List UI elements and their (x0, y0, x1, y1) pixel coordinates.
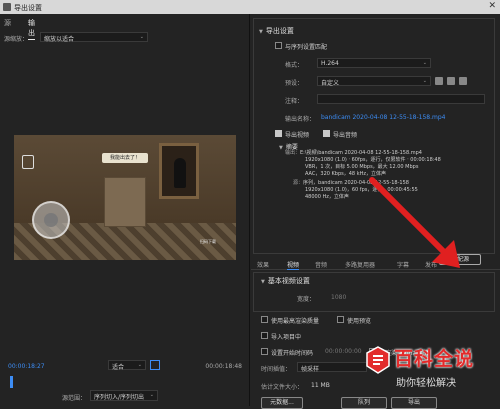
width-value[interactable]: 1080 (331, 294, 346, 301)
start-timecode-value[interactable]: 00:00:00:00 (325, 348, 362, 355)
summary-text: 输出：E:\视频\bandicam 2020-04-08 12-55-18-15… (285, 150, 485, 201)
export-audio-checkbox[interactable] (323, 130, 330, 137)
summary-output-line: E:\视频\bandicam 2020-04-08 12-55-18-158.m… (300, 150, 422, 156)
chevron-down-icon: ⌄ (422, 60, 427, 66)
delete-preset-icon[interactable] (459, 77, 467, 85)
tab-source[interactable]: 源 (4, 18, 11, 28)
app-icon (3, 3, 11, 11)
chevron-down-icon: ⌄ (422, 78, 427, 84)
summary-source-line: 48000 Hz，立体声 (305, 194, 349, 200)
tab-output[interactable]: 输出 (28, 18, 35, 40)
source-scale-select[interactable]: 缩放以适合 ⌄ (40, 32, 148, 43)
time-interp-label: 时间插值： (261, 366, 292, 373)
output-name-link[interactable]: bandicam 2020-04-08 12-55-18-158.mp4 (321, 114, 446, 121)
export-settings-title: 导出设置 (265, 27, 294, 35)
basic-video-heading[interactable]: ▼ 基本视频设置 (261, 276, 310, 286)
playhead-handle[interactable] (10, 376, 16, 388)
summary-source-label: 源： (293, 180, 304, 186)
source-range-label: 源范围： (62, 395, 87, 402)
format-label: 格式： (285, 62, 304, 69)
watermark-small-text: 助你轻松解决 (396, 378, 456, 389)
joystick (32, 201, 70, 239)
format-value: H.264 (321, 60, 339, 67)
watermark-big-text: 百科全说 (394, 348, 475, 370)
time-interp-value: 帧采样 (301, 366, 320, 373)
save-preset-icon[interactable] (435, 77, 443, 85)
shelf (104, 177, 146, 227)
source-range-value: 序列切入/序列切出 (94, 394, 145, 401)
summary-output-label: 输出： (285, 150, 301, 156)
comment-input[interactable] (317, 94, 485, 104)
import-project-label: 导入项目中 (271, 334, 302, 341)
match-sequence-checkbox[interactable] (275, 42, 282, 49)
source-scale-value: 缩放以适合 (44, 36, 75, 43)
game-hint: 扫码下载 (200, 239, 216, 244)
tab-audio[interactable]: 音频 (315, 260, 327, 269)
summary-source-line: 序列，bandicam 2020-04-08 12-55-18-158 (303, 180, 409, 186)
import-preset-icon[interactable] (447, 77, 455, 85)
use-preview-checkbox[interactable] (337, 316, 344, 323)
export-video-checkbox[interactable] (275, 130, 282, 137)
timecode-in[interactable]: 00:00:18:27 (8, 363, 45, 370)
chevron-down-icon: ⌄ (149, 392, 154, 398)
source-range-select[interactable]: 序列切入/序列切出 ⌄ (90, 390, 158, 401)
source-scale-label: 源缩放： (4, 36, 29, 43)
preset-select[interactable]: 自定义 ⌄ (317, 76, 431, 87)
video-preview: 我能出去了！ 扫码下载 (14, 135, 236, 260)
portrait-figure (174, 158, 186, 188)
use-preview-label: 使用预览 (347, 318, 372, 325)
width-label: 宽度： (297, 296, 316, 303)
start-timecode-label: 设置开始时间码 (271, 350, 314, 357)
tab-multiplexer[interactable]: 多路复用器 (345, 260, 375, 269)
basic-video-title: 基本视频设置 (267, 277, 310, 285)
chevron-down-icon: ⌄ (139, 34, 144, 40)
start-timecode-checkbox[interactable] (261, 348, 268, 355)
fit-value: 适合 (112, 364, 125, 371)
timecode-out[interactable]: 00:00:18:48 (205, 363, 242, 370)
est-size-value: 11 MB (311, 382, 330, 389)
fit-select[interactable]: 适合 ⌄ (108, 360, 146, 371)
summary-source-line: 1920x1080 (1.0)，60 fps，逐行，00:00:45:55 (305, 187, 418, 193)
preset-value: 自定义 (321, 80, 340, 87)
phone-icon (22, 155, 34, 169)
chevron-down-icon: ▼ (259, 29, 263, 35)
chevron-down-icon: ⌄ (137, 362, 142, 368)
watermark: 百科全说 助你轻松解决 (366, 344, 500, 404)
watermark-logo-icon (366, 346, 390, 374)
export-settings-heading[interactable]: ▼ 导出设置 (259, 26, 294, 36)
summary-output-line: VBR，1 次，目标 5.00 Mbps，最大 12.00 Mbps (305, 164, 419, 170)
portrait-frame (159, 143, 199, 199)
summary-output-line: AAC，320 Kbps，48 kHz，立体声 (305, 171, 386, 177)
tab-publish[interactable]: 发布 (425, 260, 437, 269)
match-source-button[interactable]: 匹配源 (439, 254, 481, 265)
max-render-label: 使用最高渲染质量 (271, 318, 320, 325)
joystick-knob (44, 213, 58, 227)
match-sequence-label: 与序列设置匹配 (285, 44, 328, 51)
preset-label: 预设： (285, 80, 304, 87)
metadata-button[interactable]: 元数据... (261, 397, 303, 409)
tab-captions[interactable]: 字幕 (397, 260, 409, 269)
chevron-down-icon: ▼ (279, 145, 283, 151)
summary-output-line: 1920x1080 (1.0) ‧ 60fps，逐行，仅限软件 ‧ 00:00:… (305, 157, 441, 163)
output-name-label: 输出名称： (285, 116, 316, 123)
tab-video[interactable]: 视频 (287, 260, 300, 270)
timeline-bar: 00:00:18:27 适合 ⌄ 00:00:18:48 (0, 358, 250, 378)
time-interp-select[interactable]: 帧采样 (297, 362, 367, 373)
window-title: 导出设置 (14, 4, 42, 12)
export-video-label: 导出视频 (285, 132, 310, 139)
comment-label: 注释： (285, 98, 304, 105)
export-audio-label: 导出音频 (333, 132, 358, 139)
speech-bubble: 我能出去了！ (102, 153, 148, 163)
import-project-checkbox[interactable] (261, 332, 268, 339)
tab-effects[interactable]: 效果 (257, 260, 269, 269)
format-select[interactable]: H.264 ⌄ (317, 58, 431, 68)
close-icon[interactable]: ✕ (488, 1, 496, 11)
max-render-checkbox[interactable] (261, 316, 268, 323)
left-panel: 源 输出 源缩放： 缩放以适合 ⌄ 我能出去了！ 扫码下载 00:00:18:2… (0, 14, 250, 406)
title-bar: 导出设置 ✕ (0, 0, 500, 14)
chevron-down-icon: ▼ (261, 279, 265, 285)
est-size-label: 估计文件大小： (261, 384, 304, 391)
aspect-ratio-icon[interactable] (150, 360, 160, 370)
